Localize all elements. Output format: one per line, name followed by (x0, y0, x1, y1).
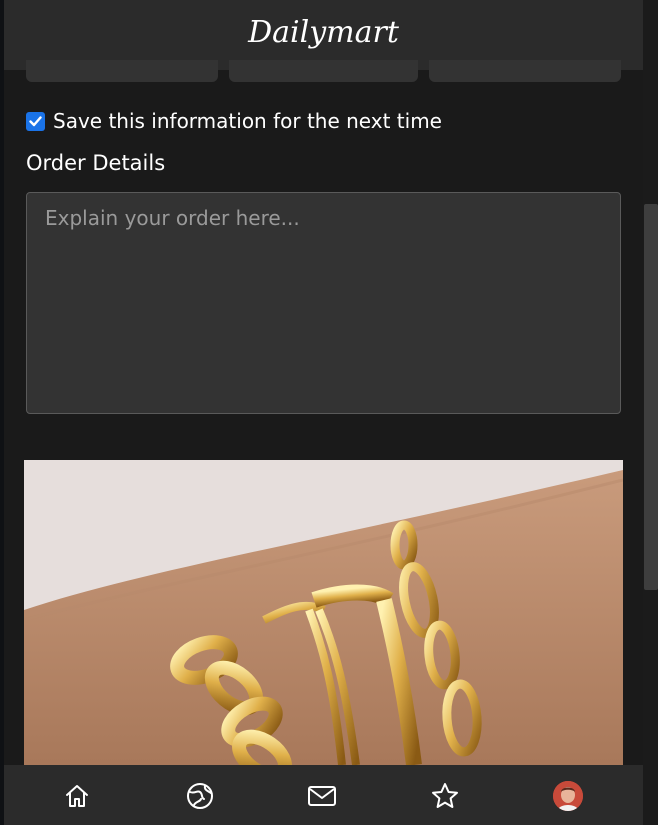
scrollbar-thumb[interactable] (644, 204, 658, 590)
mail-icon (308, 786, 336, 806)
globe-icon (187, 783, 213, 809)
input-field-partial[interactable] (229, 60, 418, 82)
home-icon (66, 785, 88, 807)
input-field-partial[interactable] (26, 60, 218, 82)
app-logo[interactable]: Dailymart (248, 15, 399, 50)
avatar-image (553, 781, 583, 811)
order-details-title: Order Details (26, 151, 166, 175)
avatar (553, 781, 583, 811)
star-icon (432, 783, 458, 808)
nav-explore-button[interactable] (184, 780, 216, 812)
order-details-textarea[interactable] (26, 192, 621, 414)
save-info-label: Save this information for the next time (53, 109, 442, 133)
nav-home-button[interactable] (61, 780, 93, 812)
bottom-nav (4, 765, 643, 825)
nav-messages-button[interactable] (306, 780, 338, 812)
nav-profile-button[interactable] (552, 780, 584, 812)
nav-favorites-button[interactable] (429, 780, 461, 812)
save-info-row[interactable]: Save this information for the next time (26, 108, 442, 134)
bracelets-photo (24, 460, 623, 765)
window-edge (0, 0, 4, 825)
product-image (24, 460, 623, 765)
save-info-checkbox[interactable] (26, 111, 45, 131)
checkmark-icon (29, 115, 42, 126)
input-field-partial[interactable] (429, 60, 621, 82)
